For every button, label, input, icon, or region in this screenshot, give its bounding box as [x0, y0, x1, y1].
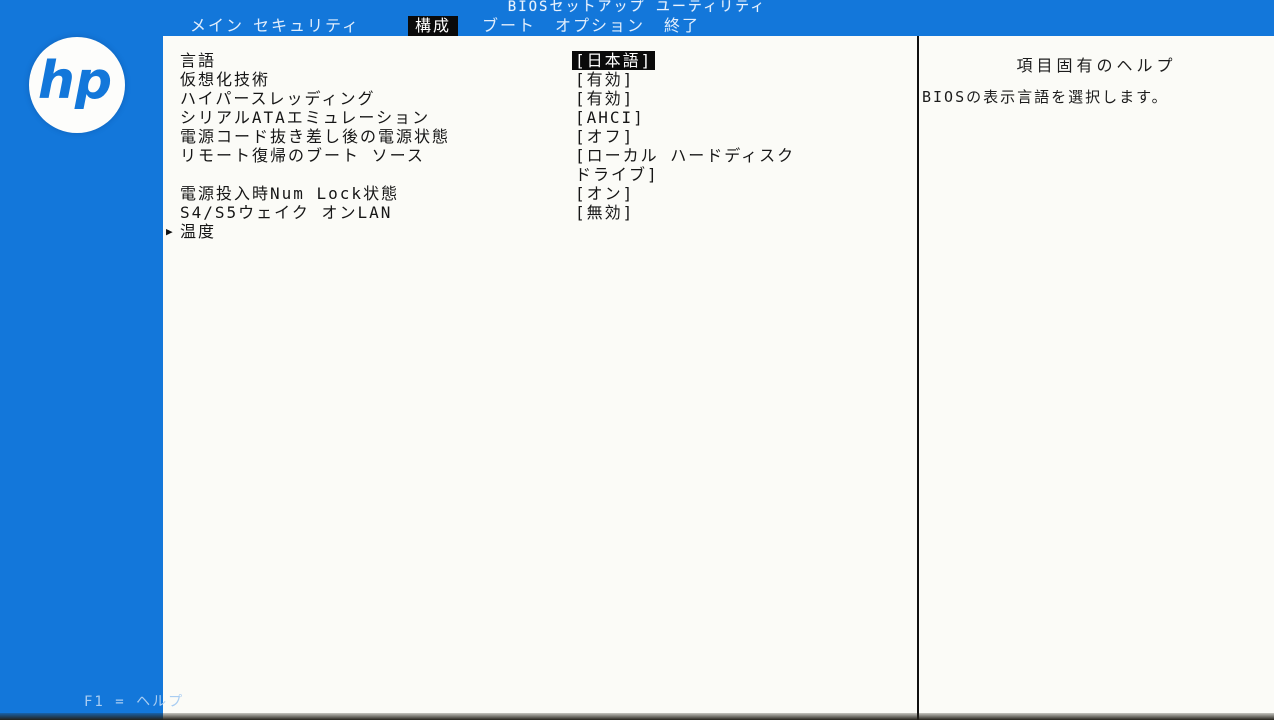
setting-label: シリアルATAエミュレーション — [180, 108, 575, 127]
setting-label: ハイパースレッディング — [180, 89, 575, 108]
setting-row-virtualization[interactable]: 仮想化技術 [有効] — [166, 70, 914, 89]
main-panel: 言語 [日本語] 仮想化技術 [有効] ハイパースレッディング [有効] シリア… — [163, 36, 1274, 720]
setting-label: S4/S5ウェイク オンLAN — [180, 203, 575, 222]
bios-screen: BIOSセットアップ ユーティリティ メイン セキュリティ 構成 ブート オプシ… — [0, 0, 1274, 720]
setting-value: [オン] — [575, 184, 634, 203]
setting-label: 温度 — [180, 222, 575, 241]
help-text: BIOSの表示言語を選択します。 — [922, 88, 1262, 107]
help-panel: 項目固有のヘルプ BIOSの表示言語を選択します。 — [919, 36, 1274, 720]
setting-value: [無効] — [575, 203, 634, 222]
setting-label: 電源コード抜き差し後の電源状態 — [180, 127, 575, 146]
tab-exit[interactable]: 終了 — [664, 16, 700, 36]
setting-row-language[interactable]: 言語 [日本語] — [166, 51, 914, 70]
setting-row-numlock-state[interactable]: 電源投入時Num Lock状態 [オン] — [166, 184, 914, 203]
setting-row-temperature-submenu[interactable]: ▶ 温度 — [166, 222, 914, 241]
setting-value: [有効] — [575, 89, 634, 108]
submenu-arrow-icon: ▶ — [166, 222, 180, 241]
setting-label: 言語 — [180, 51, 575, 70]
setting-row-remote-wake-boot-source[interactable]: リモート復帰のブート ソース [ローカル ハードディスク ドライブ] — [166, 146, 914, 184]
setting-value: [ローカル ハードディスク ドライブ] — [575, 146, 795, 184]
tab-configuration[interactable]: 構成 — [408, 16, 458, 36]
tab-main[interactable]: メイン — [190, 16, 244, 36]
tab-options[interactable]: オプション — [555, 16, 645, 36]
setting-value: [オフ] — [575, 127, 634, 146]
tab-boot[interactable]: ブート — [482, 16, 536, 36]
hp-logo-text: hp — [38, 33, 112, 129]
setting-row-sata-emulation[interactable]: シリアルATAエミュレーション [AHCI] — [166, 108, 914, 127]
setting-row-power-state-after-unplug[interactable]: 電源コード抜き差し後の電源状態 [オフ] — [166, 127, 914, 146]
tab-security[interactable]: セキュリティ — [253, 16, 360, 36]
setting-value: [有効] — [575, 70, 634, 89]
hp-logo: hp — [29, 37, 125, 133]
screen-bottom-edge — [0, 713, 1274, 720]
help-panel-title: 項目固有のヘルプ — [919, 52, 1274, 76]
f1-help-hint: F1 = ヘルプ — [84, 691, 184, 711]
setting-label: リモート復帰のブート ソース — [180, 146, 575, 165]
menu-bar: メイン セキュリティ 構成 ブート オプション 終了 — [0, 15, 1274, 36]
setting-label: 電源投入時Num Lock状態 — [180, 184, 575, 203]
setting-label: 仮想化技術 — [180, 70, 575, 89]
setting-value: [日本語] — [572, 51, 655, 70]
setting-row-hyperthreading[interactable]: ハイパースレッディング [有効] — [166, 89, 914, 108]
setting-row-s4s5-wake-on-lan[interactable]: S4/S5ウェイク オンLAN [無効] — [166, 203, 914, 222]
setting-value: [AHCI] — [575, 108, 645, 127]
window-title: BIOSセットアップ ユーティリティ — [0, 0, 1274, 15]
settings-list: 言語 [日本語] 仮想化技術 [有効] ハイパースレッディング [有効] シリア… — [166, 51, 914, 241]
